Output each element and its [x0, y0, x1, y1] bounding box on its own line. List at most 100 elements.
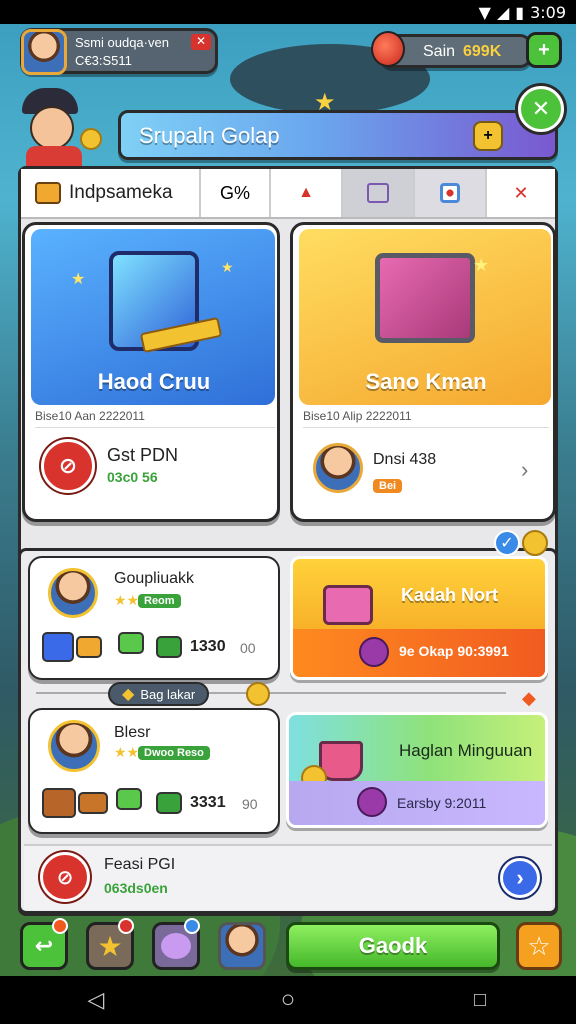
offer-card-left[interactable]: ★ ★ Haod Cruu Bise10 Aan 2222011 ⊘ Gst P… [22, 222, 280, 522]
recents-icon: □ [473, 988, 487, 1011]
offer-right-title: Sano Kman [365, 369, 487, 394]
tab-percent-label: G% [219, 182, 250, 203]
promo-1-title: Kadah Nort [401, 585, 499, 605]
next-button[interactable]: › [500, 858, 540, 898]
promo-1-gem-icon [359, 637, 389, 667]
tab-bar: Indpsameka G% ▲ ✕ [21, 169, 555, 219]
promo-card-2[interactable]: Haglan Minguuan Earsby 9:2011 [286, 712, 548, 828]
promo-2-sub: Earsby 9:2011 [397, 795, 487, 811]
offer-left-name: Gst PDN [107, 445, 179, 465]
player-2-suffix: 90 [242, 796, 258, 812]
promo-2-title: Haglan Minguuan [399, 741, 533, 760]
status-bar: ▼ ◢ ▮ 3:09 [0, 0, 576, 24]
chevron-right-icon[interactable]: › [521, 457, 528, 483]
verified-badge-icon: ✓ [494, 530, 520, 556]
mascot-character [18, 88, 106, 168]
cash-icon [156, 636, 182, 658]
wood-crate-icon-2 [78, 792, 108, 814]
cash-icon [156, 792, 182, 814]
bottom-row-sub: 063ds0en [104, 880, 168, 896]
banner-plus-icon[interactable]: + [473, 121, 503, 151]
plus-icon: + [538, 38, 550, 61]
promo-2-gem-icon [357, 787, 387, 817]
player-2-tag: Dwoo Reso [138, 746, 210, 760]
add-currency-button[interactable]: + [526, 32, 562, 68]
main-action-label: Gaodk [358, 933, 428, 958]
promo-card-1[interactable]: Kadah Nort 9e Okap 90:3991 [290, 556, 548, 680]
search-blocked-icon: ⊘ [40, 852, 90, 902]
player-card-1[interactable]: Goupliuakk Reom ★★ 1330 00 [28, 556, 280, 680]
gem-mix-icon [116, 788, 142, 810]
section-divider [36, 692, 506, 694]
currency-value: 699K [463, 43, 502, 60]
home-button[interactable]: ○ [258, 980, 318, 1020]
section-label: ◆ Bag lakar [108, 682, 210, 706]
player-1-stars-icon: ★★ [114, 592, 140, 608]
no-entry-icon: ⊘ [41, 439, 95, 493]
coin-icon [522, 530, 548, 556]
back-button[interactable]: ◁ [66, 980, 126, 1020]
offer-left-title: Haod Cruu [97, 369, 211, 394]
close-icon[interactable]: ✕ [191, 34, 211, 50]
rate-button[interactable]: ☆ [516, 922, 562, 970]
tab-close[interactable]: ✕ [487, 169, 555, 217]
star-icon: ☆ [527, 930, 551, 961]
offer-left-meta: Bise10 Aan 2222011 [35, 409, 275, 428]
star-icon: ★ [97, 930, 123, 962]
gold-icon: ◆ [122, 686, 135, 703]
player-1-name: Goupliuakk [114, 570, 195, 587]
fire-icon: ◆ [522, 688, 536, 708]
player-2-stars-icon: ★★ [114, 744, 140, 760]
player-2-count: 3331 [190, 794, 226, 811]
coin-icon [80, 128, 102, 150]
wood-crate-icon [42, 788, 76, 818]
promo-1-chest-icon [323, 585, 373, 625]
star-icon: ★ [314, 89, 336, 116]
notification-dot [118, 918, 134, 934]
recents-button[interactable]: □ [450, 980, 510, 1020]
main-action-button[interactable]: Gaodk [286, 922, 500, 970]
player-1-suffix: 00 [240, 640, 256, 656]
tab-percent[interactable]: G% [201, 169, 271, 217]
confirm-button[interactable]: ✕ [518, 86, 564, 132]
notification-dot [184, 918, 200, 934]
wifi-icon: ▼ [478, 2, 491, 22]
arrow-up-icon: ▲ [298, 184, 314, 201]
coin-icon [246, 682, 270, 706]
offer-card-right[interactable]: ★ Sano Kman Bise10 Alip 2222011 Dnsi 438… [290, 222, 556, 522]
player-avatar [21, 29, 67, 75]
close-icon: ✕ [513, 182, 529, 203]
back-icon: ◁ [87, 987, 105, 1012]
tab-title: Indpsameka [69, 182, 173, 203]
player-1-tag: Reom [138, 594, 181, 608]
gem-green-icon [118, 632, 144, 654]
gem-blue-icon [42, 632, 74, 662]
gem-orange-icon [76, 636, 102, 658]
tab-category[interactable]: Indpsameka [21, 169, 201, 217]
grid-icon [367, 183, 389, 203]
tab-up[interactable]: ▲ [271, 169, 343, 217]
share-icon: ↩ [34, 933, 54, 958]
offer-left-sub: 03c0 56 [107, 469, 158, 485]
offer-right-meta: Bise10 Alip 2222011 [303, 409, 549, 428]
profile-id: C€3:S511 [75, 53, 132, 68]
friend-avatar-button[interactable] [218, 922, 266, 970]
chevron-right-icon: › [516, 865, 524, 890]
player-2-name: Blesr [114, 724, 151, 741]
home-icon: ○ [280, 986, 296, 1013]
event-banner[interactable]: Srupaln Golap + [118, 110, 558, 160]
player-card-2[interactable]: Blesr ★★ Dwoo Reso 3331 90 [28, 708, 280, 834]
profile-name: Ssmi oudqa·ven [75, 35, 169, 50]
tab-grid[interactable] [343, 169, 415, 217]
banner-title: Srupaln Golap [139, 123, 280, 148]
bottom-row[interactable]: ⊘ Feasi PGI 063ds0en › [24, 844, 552, 910]
currency-panel[interactable]: Sain 699K [371, 31, 532, 68]
notification-dot [52, 918, 68, 934]
battery-icon: ▮ [515, 2, 525, 22]
profile-panel[interactable]: Ssmi oudqa·ven C€3:S511 ✕ [20, 28, 218, 75]
strawberry-icon [371, 31, 405, 67]
tab-record[interactable] [415, 169, 487, 217]
system-nav-bar: ◁ ○ □ [0, 976, 576, 1024]
pet-icon [161, 933, 191, 959]
player-2-avatar [48, 720, 100, 772]
